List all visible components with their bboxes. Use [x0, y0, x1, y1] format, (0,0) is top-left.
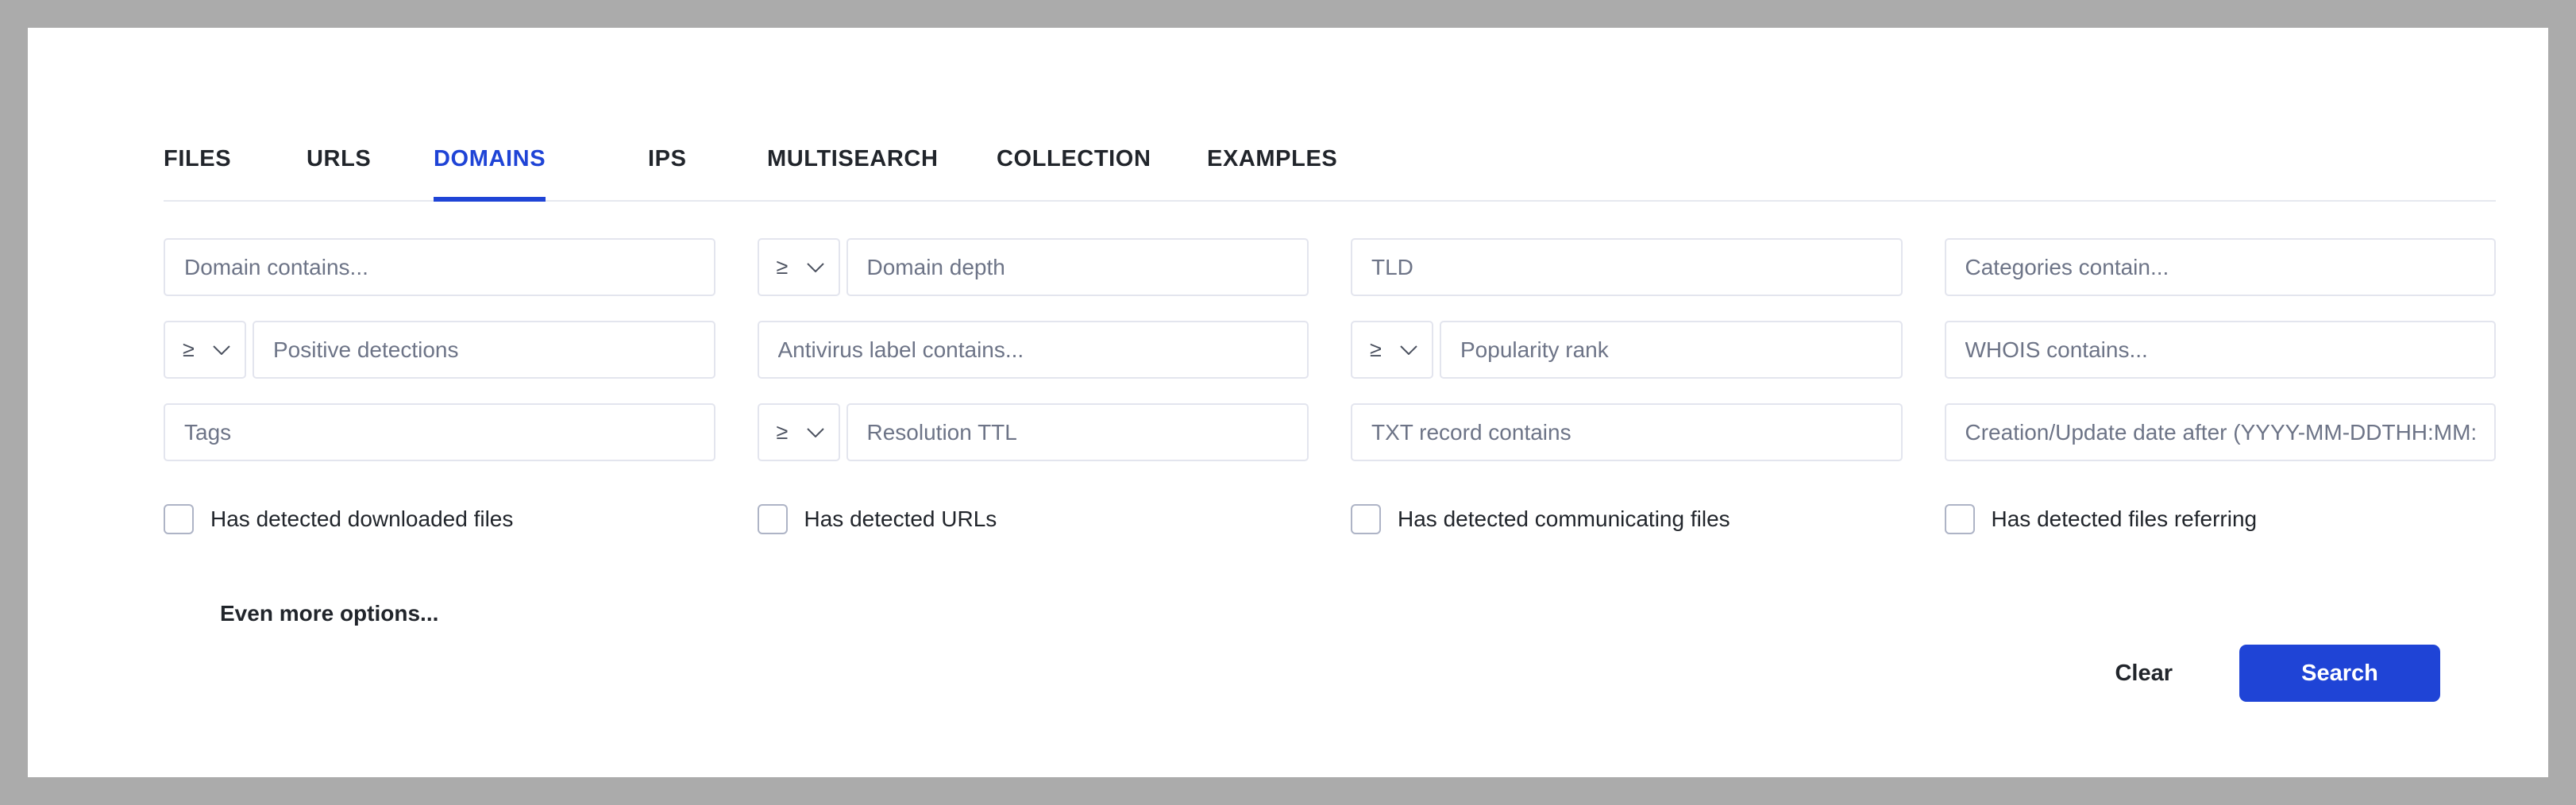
- filter-domain-depth: ≥: [757, 238, 1309, 296]
- filter-resolution-ttl: ≥: [757, 403, 1309, 461]
- categories-contain-input[interactable]: [1944, 238, 2496, 296]
- domain-depth-operator-select[interactable]: ≥: [757, 238, 840, 296]
- tab-label: IPS: [648, 146, 687, 171]
- tab-label: MULTISEARCH: [767, 146, 939, 171]
- chevron-down-icon: [1400, 345, 1417, 355]
- advanced-search-card: FILES URLS DOMAINS IPS MULTISEARCH COLLE…: [28, 28, 2548, 777]
- filter-domain-contains: [164, 238, 715, 296]
- positive-detections-operator-select[interactable]: ≥: [164, 321, 246, 379]
- domain-contains-input[interactable]: [164, 238, 715, 296]
- screenshot-root: FILES URLS DOMAINS IPS MULTISEARCH COLLE…: [0, 0, 2576, 805]
- positive-detections-input[interactable]: [253, 321, 715, 379]
- checkbox-label: Has detected downloaded files: [210, 506, 514, 531]
- checkbox-box-icon[interactable]: [1351, 504, 1381, 534]
- filter-popularity-rank: ≥: [1351, 321, 1903, 379]
- tags-input[interactable]: [164, 403, 715, 461]
- filter-whois-contains: [1944, 321, 2496, 379]
- filter-txt-record: [1351, 403, 1903, 461]
- filter-row-2: ≥ ≥: [164, 321, 2496, 379]
- popularity-rank-input[interactable]: [1440, 321, 1903, 379]
- checkbox-label: Has detected communicating files: [1398, 506, 1730, 531]
- tab-label: FILES: [164, 146, 232, 171]
- checkbox-has-detected-urls[interactable]: Has detected URLs: [757, 504, 1309, 534]
- tab-label: EXAMPLES: [1207, 146, 1338, 171]
- even-more-options-link[interactable]: Even more options...: [220, 601, 438, 626]
- antivirus-label-contains-input[interactable]: [757, 321, 1309, 379]
- tab-urls[interactable]: URLS: [307, 130, 371, 200]
- filter-checkbox-row: Has detected downloaded files Has detect…: [164, 504, 2496, 534]
- filter-tld: [1351, 238, 1903, 296]
- tab-label: COLLECTION: [997, 146, 1151, 171]
- search-filters-grid: ≥ ≥: [164, 238, 2496, 486]
- checkbox-box-icon[interactable]: [757, 504, 788, 534]
- tab-files[interactable]: FILES: [164, 130, 231, 200]
- creation-update-date-after-input[interactable]: [1944, 403, 2496, 461]
- form-actions: Clear Search: [2094, 645, 2440, 702]
- clear-button[interactable]: Clear: [2094, 646, 2193, 701]
- checkbox-box-icon[interactable]: [1944, 504, 1975, 534]
- operator-value: ≥: [776, 255, 789, 279]
- popularity-rank-operator-select[interactable]: ≥: [1351, 321, 1433, 379]
- operator-value: ≥: [776, 420, 789, 444]
- checkbox-box-icon[interactable]: [164, 504, 194, 534]
- filter-categories-contain: [1944, 238, 2496, 296]
- search-tab-bar: FILES URLS DOMAINS IPS MULTISEARCH COLLE…: [164, 130, 2496, 202]
- filter-positive-detections: ≥: [164, 321, 715, 379]
- filter-antivirus-label: [757, 321, 1309, 379]
- chevron-down-icon: [213, 345, 230, 355]
- resolution-ttl-input[interactable]: [846, 403, 1309, 461]
- domain-depth-input[interactable]: [846, 238, 1309, 296]
- chevron-down-icon: [806, 427, 824, 437]
- tab-collection[interactable]: COLLECTION: [997, 130, 1151, 200]
- operator-value: ≥: [183, 337, 195, 361]
- resolution-ttl-operator-select[interactable]: ≥: [757, 403, 840, 461]
- search-button[interactable]: Search: [2239, 645, 2440, 702]
- checkbox-has-detected-files-referring[interactable]: Has detected files referring: [1944, 504, 2497, 534]
- tld-input[interactable]: [1351, 238, 1903, 296]
- tab-label: URLS: [307, 146, 372, 171]
- tab-multisearch[interactable]: MULTISEARCH: [767, 130, 939, 200]
- tab-examples[interactable]: EXAMPLES: [1207, 130, 1337, 200]
- chevron-down-icon: [806, 262, 824, 272]
- whois-contains-input[interactable]: [1944, 321, 2496, 379]
- operator-value: ≥: [1370, 337, 1382, 361]
- checkbox-label: Has detected URLs: [804, 506, 997, 531]
- filter-tags: [164, 403, 715, 461]
- tab-label: DOMAINS: [434, 146, 546, 171]
- tab-domains[interactable]: DOMAINS: [434, 130, 546, 202]
- filter-row-3: ≥: [164, 403, 2496, 461]
- checkbox-has-detected-communicating-files[interactable]: Has detected communicating files: [1351, 504, 1903, 534]
- filter-creation-update-date: [1944, 403, 2496, 461]
- checkbox-has-detected-downloaded-files[interactable]: Has detected downloaded files: [164, 504, 715, 534]
- checkbox-label: Has detected files referring: [1991, 506, 2258, 531]
- txt-record-contains-input[interactable]: [1351, 403, 1903, 461]
- tab-ips[interactable]: IPS: [648, 130, 687, 200]
- filter-row-1: ≥: [164, 238, 2496, 296]
